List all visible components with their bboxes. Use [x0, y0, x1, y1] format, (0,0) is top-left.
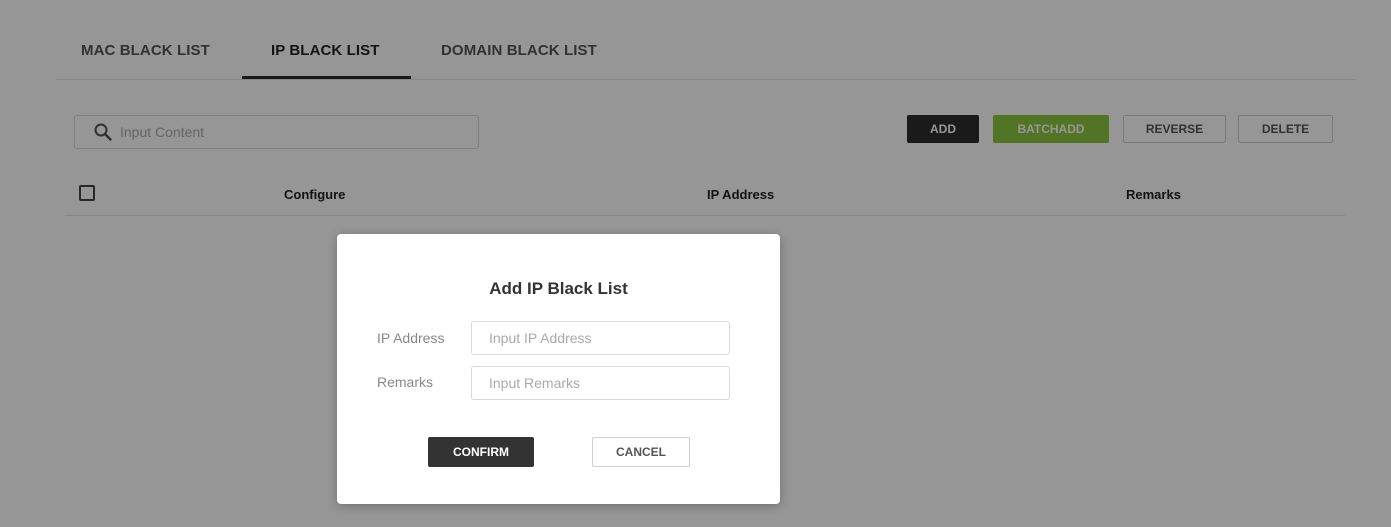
remarks-input[interactable]: [471, 366, 730, 400]
ip-address-input[interactable]: [471, 321, 730, 355]
dialog-title: Add IP Black List: [489, 279, 628, 298]
ip-address-label: IP Address: [377, 330, 445, 346]
cancel-button[interactable]: CANCEL: [592, 437, 690, 467]
add-ip-black-list-dialog: Add IP Black List IP Address Remarks CON…: [337, 234, 780, 504]
confirm-button[interactable]: CONFIRM: [428, 437, 534, 467]
remarks-label: Remarks: [377, 374, 434, 390]
